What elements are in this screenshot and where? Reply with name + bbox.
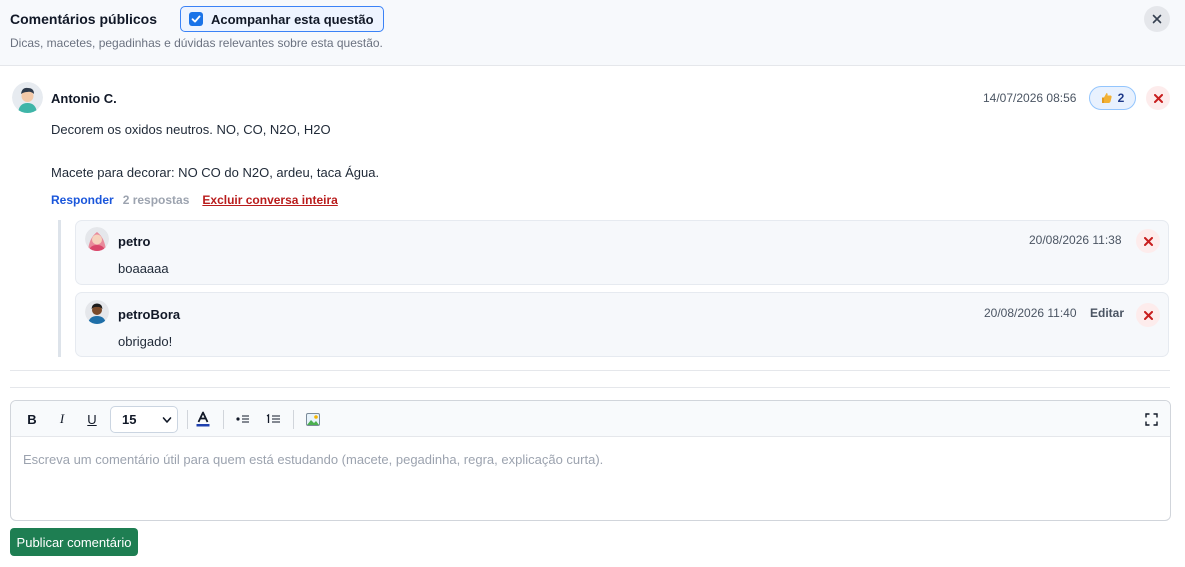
image-icon: [306, 412, 320, 426]
follow-question-checkbox[interactable]: Acompanhar esta questão: [180, 6, 384, 32]
comment-text-line: Decorem os oxidos neutros. NO, CO, N2O, …: [51, 122, 331, 137]
font-size-value: 15: [122, 412, 137, 427]
reply-author[interactable]: petro: [118, 234, 151, 249]
delete-reply-button[interactable]: [1136, 303, 1160, 327]
thumbs-up-icon: [1101, 93, 1112, 103]
delete-reply-button[interactable]: [1136, 229, 1160, 253]
section-title: Comentários públicos: [10, 11, 158, 27]
divider: [10, 370, 1170, 371]
toolbar-separator: [187, 410, 188, 429]
thread-line: [58, 220, 61, 357]
reply-text: boaaaaa: [118, 261, 169, 276]
reply-timestamp: 20/08/2026 11:40: [984, 306, 1077, 320]
chevron-down-icon: [162, 417, 172, 423]
font-size-select[interactable]: 15: [110, 406, 178, 433]
fullscreen-button[interactable]: [1139, 401, 1163, 437]
delete-thread-link[interactable]: Excluir conversa inteira: [202, 193, 337, 207]
bold-icon: B: [27, 411, 37, 427]
comment-editor: B I U 15 Escreva um comentário útil para…: [10, 400, 1171, 521]
edit-reply-link[interactable]: Editar: [1090, 306, 1124, 320]
delete-x-icon: [1143, 236, 1153, 246]
editor-toolbar: B I U 15: [11, 401, 1170, 437]
reply-card: petro 20/08/2026 11:38 boaaaaa: [75, 220, 1169, 285]
bullet-list-button[interactable]: [231, 401, 255, 437]
close-panel-button[interactable]: [1144, 6, 1170, 32]
bullet-list-icon: [236, 415, 249, 423]
publish-comment-button[interactable]: Publicar comentário: [10, 528, 138, 556]
avatar: [12, 82, 43, 113]
checkbox-checked-icon: [189, 12, 203, 26]
comment-timestamp: 14/07/2026 08:56: [983, 91, 1077, 105]
underline-button[interactable]: U: [81, 401, 103, 437]
comments-header: Comentários públicos Acompanhar esta que…: [0, 0, 1185, 66]
reply-timestamp: 20/08/2026 11:38: [1029, 233, 1122, 247]
italic-button[interactable]: I: [51, 401, 73, 437]
replies-count: 2 respostas: [122, 193, 190, 207]
avatar: [85, 227, 109, 251]
fullscreen-icon: [1144, 412, 1158, 426]
underline-icon: U: [87, 411, 97, 427]
close-icon: [1152, 14, 1162, 24]
numbered-list-icon: [266, 413, 280, 423]
follow-question-label: Acompanhar esta questão: [211, 11, 374, 27]
reply-link[interactable]: Responder: [51, 193, 114, 207]
text-color-icon: [196, 411, 210, 427]
delete-x-icon: [1153, 93, 1163, 103]
avatar: [85, 300, 109, 324]
toolbar-separator: [293, 410, 294, 429]
delete-comment-button[interactable]: [1146, 86, 1170, 110]
delete-x-icon: [1143, 310, 1153, 320]
comment-textarea[interactable]: Escreva um comentário útil para quem est…: [23, 452, 603, 467]
text-color-button[interactable]: [192, 401, 214, 437]
like-button[interactable]: 2: [1089, 86, 1136, 110]
reply-card: petroBora 20/08/2026 11:40 Editar obriga…: [75, 292, 1169, 357]
italic-icon: I: [59, 411, 65, 426]
divider: [10, 387, 1170, 388]
like-count: 2: [1117, 91, 1125, 105]
comment-author[interactable]: Antonio C.: [51, 91, 117, 106]
comment-actions: Responder 2 respostas Excluir conversa i…: [51, 193, 338, 207]
reply-author[interactable]: petroBora: [118, 307, 180, 322]
reply-text: obrigado!: [118, 334, 173, 349]
comment-text-line: Macete para decorar: NO CO do N2O, ardeu…: [51, 165, 380, 180]
section-subtitle: Dicas, macetes, pegadinhas e dúvidas rel…: [10, 36, 383, 50]
insert-image-button[interactable]: [301, 401, 325, 437]
numbered-list-button[interactable]: [261, 401, 285, 437]
toolbar-separator: [223, 410, 224, 429]
bold-button[interactable]: B: [21, 401, 43, 437]
